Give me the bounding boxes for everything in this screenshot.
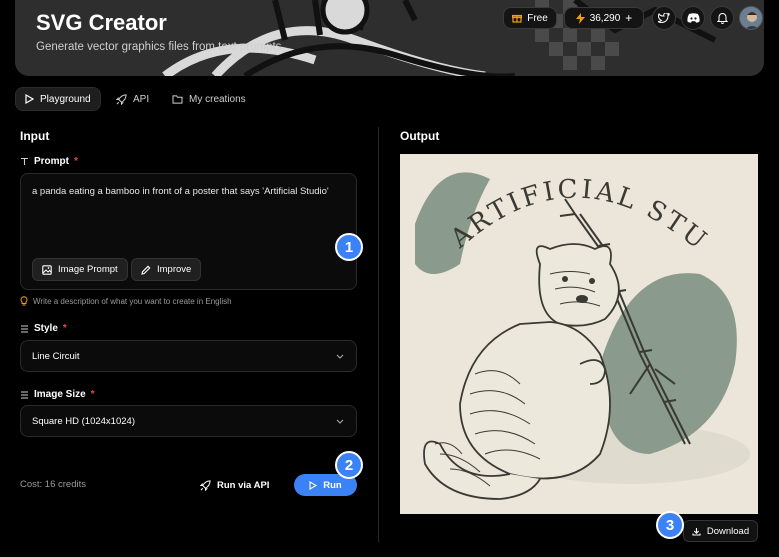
download-label: Download xyxy=(706,525,750,537)
text-icon xyxy=(21,157,28,165)
improve-button[interactable]: Improve xyxy=(131,258,202,281)
run-label: Run xyxy=(323,479,342,491)
image-prompt-button[interactable]: Image Prompt xyxy=(32,258,128,281)
discord-button[interactable] xyxy=(681,6,705,30)
prompt-label: Prompt * xyxy=(20,156,78,167)
bell-icon xyxy=(716,13,728,24)
image-size-select[interactable]: Square HD (1024x1024) xyxy=(20,405,357,437)
step-marker-1: 1 xyxy=(335,233,363,261)
image-size-label: Image Size * xyxy=(20,389,95,400)
chevron-down-icon xyxy=(336,419,344,424)
prompt-value: a panda eating a bamboo in front of a po… xyxy=(32,186,329,197)
required-marker: * xyxy=(90,389,95,400)
folder-icon xyxy=(172,94,183,104)
lightbulb-icon xyxy=(20,296,28,306)
pencil-icon xyxy=(141,265,151,275)
tab-playground[interactable]: Playground xyxy=(15,87,101,111)
step-marker-3: 3 xyxy=(656,511,684,539)
image-prompt-label: Image Prompt xyxy=(58,264,118,275)
download-icon xyxy=(692,527,701,536)
prompt-hint: Write a description of what you want to … xyxy=(20,296,232,306)
cost-text: Cost: 16 credits xyxy=(20,479,86,490)
list-icon xyxy=(21,390,28,399)
rocket-icon xyxy=(200,479,211,491)
notifications-button[interactable] xyxy=(710,6,734,30)
step-marker-2: 2 xyxy=(335,451,363,479)
credits-button[interactable]: 36,290 + xyxy=(564,7,644,29)
credits-count: 36,290 xyxy=(589,12,621,24)
generated-svg: ARTIFICIAL STUDIO xyxy=(400,154,758,514)
discord-icon xyxy=(686,13,700,23)
panel-divider xyxy=(378,127,379,542)
output-section-title: Output xyxy=(400,129,440,143)
bolt-icon xyxy=(575,12,585,24)
tab-api[interactable]: API xyxy=(107,87,158,111)
play-icon xyxy=(309,480,318,490)
plan-label: Free xyxy=(527,12,548,24)
play-icon xyxy=(25,94,34,104)
image-icon xyxy=(42,264,52,275)
gift-icon xyxy=(512,14,523,23)
chevron-down-icon xyxy=(336,354,344,359)
header-banner: SVG Creator Generate vector graphics fil… xyxy=(15,0,764,76)
tab-label: API xyxy=(133,93,150,105)
run-via-api-button[interactable]: Run via API xyxy=(200,475,269,495)
plan-button[interactable]: Free xyxy=(503,7,557,29)
tab-label: My creations xyxy=(189,93,246,105)
rocket-icon xyxy=(116,93,127,105)
style-label: Style * xyxy=(20,323,67,334)
app-title: SVG Creator xyxy=(36,10,167,35)
input-section-title: Input xyxy=(20,129,50,143)
download-button[interactable]: Download xyxy=(683,520,758,542)
output-image[interactable]: ARTIFICIAL STUDIO xyxy=(400,154,758,514)
twitter-icon xyxy=(658,12,670,23)
improve-label: Improve xyxy=(157,264,192,275)
required-marker: * xyxy=(62,323,67,334)
image-size-label-text: Image Size xyxy=(34,389,86,400)
required-marker: * xyxy=(74,156,78,167)
app-subtitle: Generate vector graphics files from text… xyxy=(36,41,285,53)
tab-label: Playground xyxy=(40,93,91,105)
style-label-text: Style xyxy=(34,323,58,334)
prompt-label-text: Prompt xyxy=(34,156,69,167)
list-icon xyxy=(21,324,28,333)
prompt-textarea[interactable]: a panda eating a bamboo in front of a po… xyxy=(20,173,357,290)
style-select[interactable]: Line Circuit xyxy=(20,340,357,372)
tab-my-creations[interactable]: My creations xyxy=(163,87,255,111)
image-size-value: Square HD (1024x1024) xyxy=(32,415,135,427)
run-via-api-label: Run via API xyxy=(217,479,270,491)
twitter-button[interactable] xyxy=(652,6,676,30)
avatar[interactable] xyxy=(739,6,763,30)
hint-text: Write a description of what you want to … xyxy=(33,296,232,306)
style-value: Line Circuit xyxy=(32,350,80,362)
add-credits-icon: + xyxy=(625,11,633,25)
